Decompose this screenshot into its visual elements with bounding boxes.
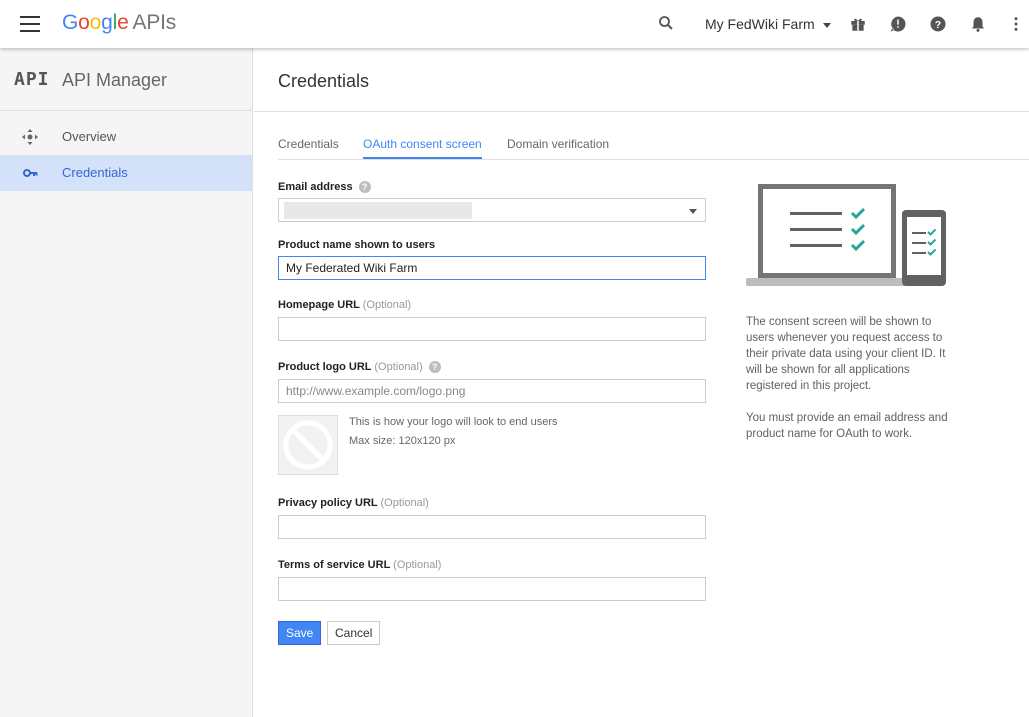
tab-divider xyxy=(278,159,1029,160)
notifications-icon[interactable] xyxy=(969,15,987,33)
homepage-url-field[interactable] xyxy=(278,317,706,341)
info-paragraph: The consent screen will be shown to user… xyxy=(746,316,946,392)
svg-text:?: ? xyxy=(935,19,941,31)
gift-icon[interactable] xyxy=(849,15,867,33)
chevron-down-icon xyxy=(689,209,697,214)
top-app-bar: Google APIs My FedWiki Farm ? xyxy=(0,0,1029,48)
chevron-down-icon xyxy=(822,22,831,28)
api-manager-logo: API xyxy=(14,69,50,90)
more-vert-icon[interactable] xyxy=(1011,15,1021,33)
terms-of-service-url-field[interactable] xyxy=(278,577,706,601)
sidebar-item-label: Overview xyxy=(62,129,117,144)
sidebar: API API Manager Overview Credentials xyxy=(0,48,253,717)
consent-illustration xyxy=(746,184,946,286)
product-name-field[interactable]: My Federated Wiki Farm xyxy=(278,256,706,280)
email-label: Email address? xyxy=(278,181,371,194)
help-icon[interactable]: ? xyxy=(929,15,947,33)
sidebar-item-label: Credentials xyxy=(62,165,128,180)
product-logo-url-label: Product logo URL (Optional)? xyxy=(278,361,441,374)
tab-domain-verification[interactable]: Domain verification xyxy=(507,137,609,159)
logo-note: This is how your logo will look to end u… xyxy=(349,416,558,447)
privacy-policy-url-field[interactable] xyxy=(278,515,706,539)
overview-icon xyxy=(22,129,38,145)
consent-info: The consent screen will be shown to user… xyxy=(746,314,950,458)
help-icon[interactable]: ? xyxy=(358,181,371,194)
key-icon xyxy=(23,169,38,177)
page-title: Credentials xyxy=(278,71,370,91)
project-name: My FedWiki Farm xyxy=(705,16,815,32)
sidebar-header: API API Manager xyxy=(0,48,252,111)
help-icon[interactable]: ? xyxy=(428,361,441,374)
sidebar-item-overview[interactable]: Overview xyxy=(0,119,252,155)
feedback-icon[interactable] xyxy=(889,15,907,33)
email-value xyxy=(284,202,472,219)
menu-icon[interactable] xyxy=(20,16,40,32)
privacy-policy-url-label: Privacy policy URL (Optional) xyxy=(278,497,429,509)
project-selector[interactable]: My FedWiki Farm xyxy=(705,16,831,32)
logo-preview xyxy=(278,415,338,475)
sidebar-title: API Manager xyxy=(62,70,168,90)
save-button[interactable]: Save xyxy=(278,621,322,645)
email-select[interactable] xyxy=(278,198,706,222)
main-content: Credentials Credentials OAuth consent sc… xyxy=(254,48,1029,717)
product-logo-url-field[interactable]: http://www.example.com/logo.png xyxy=(278,379,706,403)
google-apis-logo[interactable]: Google APIs xyxy=(62,11,176,35)
homepage-url-label: Homepage URL (Optional) xyxy=(278,299,412,311)
cancel-button[interactable]: Cancel xyxy=(327,621,381,645)
no-image-icon xyxy=(283,420,333,470)
tab-credentials[interactable]: Credentials xyxy=(278,137,339,159)
terms-of-service-url-label: Terms of service URL (Optional) xyxy=(278,559,442,571)
product-name-label: Product name shown to users xyxy=(278,239,436,251)
search-icon[interactable] xyxy=(657,14,675,32)
page-header: Credentials xyxy=(254,48,1029,112)
info-paragraph: You must provide an email address and pr… xyxy=(746,412,948,440)
tab-oauth-consent-screen[interactable]: OAuth consent screen xyxy=(363,137,482,159)
sidebar-item-credentials[interactable]: Credentials xyxy=(0,155,252,191)
